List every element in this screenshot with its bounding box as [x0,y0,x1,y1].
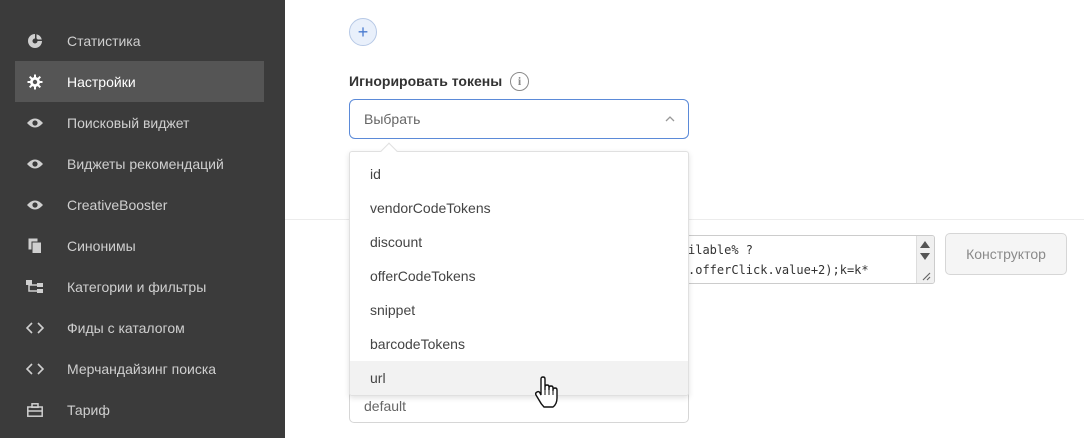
sidebar-item-tariff[interactable]: Тариф [15,389,264,430]
dropdown-option[interactable]: vendorCodeTokens [350,191,688,225]
dropdown-option[interactable]: discount [350,225,688,259]
eye-icon [26,114,44,132]
ignore-tokens-label: Игнорировать токены [349,73,503,89]
code-icon [26,360,44,378]
sidebar-item-label: Статистика [67,32,141,49]
sidebar-item-label: Тариф [67,401,110,418]
hand-cursor-icon [534,376,558,408]
tokens-dropdown: id vendorCodeTokens discount offerCodeTo… [349,151,689,396]
eye-icon [26,155,44,173]
copy-icon [26,237,44,255]
dropdown-option-hovered[interactable]: url [350,361,688,395]
sidebar-item-label: Поисковый виджет [67,114,190,131]
sidebar-item-recommendation-widgets[interactable]: Виджеты рекомендаций [15,143,264,184]
code-icon [26,319,44,337]
sidebar-item-settings[interactable]: Настройки [15,61,264,102]
chevron-up-icon [665,116,675,122]
sidebar-item-label: Синонимы [67,237,136,254]
resize-handle-icon[interactable] [921,271,931,281]
sidebar-item-label: Фиды с каталогом [67,319,185,336]
code-line: ilable% ? [688,243,754,257]
scroll-down-arrow-icon[interactable] [920,253,930,260]
ignore-tokens-select[interactable]: Выбрать [349,99,689,139]
sidebar-item-synonyms[interactable]: Синонимы [15,225,264,266]
scroll-up-arrow-icon[interactable] [920,241,930,248]
sidebar-item-label: Настройки [67,73,136,90]
tree-icon [26,278,44,296]
dropdown-option[interactable]: snippet [350,293,688,327]
sidebar-item-catalog-feeds[interactable]: Фиды с каталогом [15,307,264,348]
sidebar-item-label: CreativeBooster [67,196,168,213]
sidebar-item-search-merchandising[interactable]: Мерчандайзинг поиска [15,348,264,389]
add-button[interactable]: + [349,18,377,46]
sidebar-item-label: Мерчандайзинг поиска [67,360,217,377]
briefcase-icon [26,401,44,419]
sidebar-item-creative-booster[interactable]: CreativeBooster [15,184,264,225]
code-textarea[interactable]: ilable% ? .offerClick.value+2);k=k* [672,235,935,284]
info-icon[interactable]: i [510,72,529,91]
sidebar-item-search-widget[interactable]: Поисковый виджет [15,102,264,143]
gear-icon [26,73,44,91]
constructor-button[interactable]: Конструктор [945,233,1067,275]
dropdown-option[interactable]: id [350,157,688,191]
select-placeholder: Выбрать [364,111,421,127]
sidebar-item-categories-filters[interactable]: Категории и фильтры [15,266,264,307]
sidebar-item-label: Виджеты рекомендаций [67,155,224,172]
code-line: .offerClick.value+2);k=k* [688,263,869,277]
eye-icon [26,196,44,214]
dropdown-option[interactable]: barcodeTokens [350,327,688,361]
sidebar-item-label: Категории и фильтры [67,278,207,295]
dropdown-option[interactable]: offerCodeTokens [350,259,688,293]
sidebar: Статистика Настройки Поисковый виджет Ви… [0,0,285,438]
sidebar-item-statistics[interactable]: Статистика [15,20,264,61]
chart-pie-icon [26,32,44,50]
